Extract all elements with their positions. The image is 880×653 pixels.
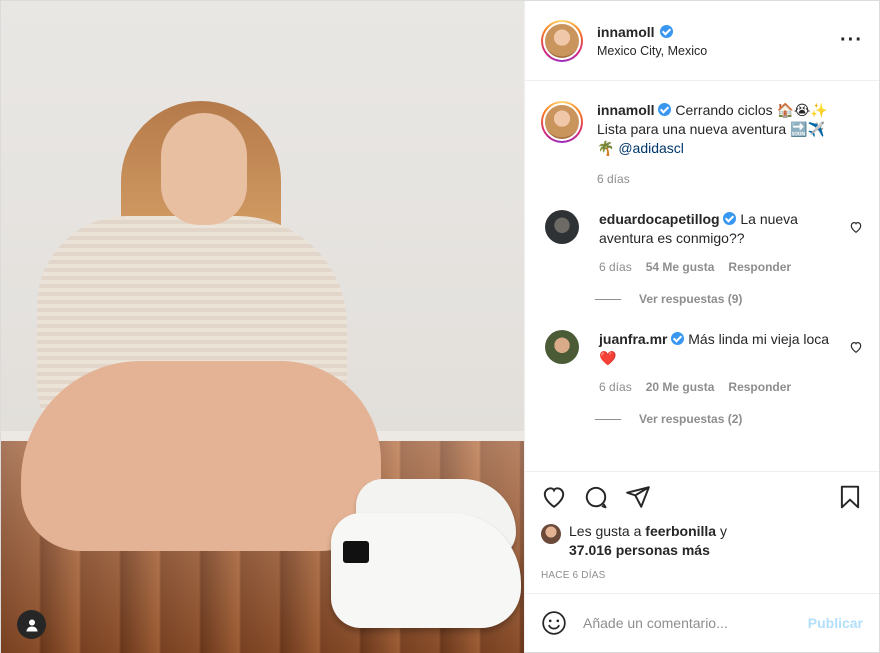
comment-body: eduardocapetillog La nueva aventura es c… xyxy=(599,210,863,274)
comment-input[interactable] xyxy=(583,615,808,631)
post-photo[interactable] xyxy=(1,1,524,653)
liker-username[interactable]: feerbonilla xyxy=(645,523,716,539)
caption-line-3-prefix: 🌴 xyxy=(597,140,615,156)
more-options-icon[interactable]: ··· xyxy=(840,29,863,52)
post-timestamp[interactable]: HACE 6 DÍAS xyxy=(525,560,879,594)
likes-prefix: Les gusta a xyxy=(569,523,642,539)
comment-like-heart-icon[interactable] xyxy=(849,340,863,354)
comment-item: eduardocapetillog La nueva aventura es c… xyxy=(541,210,863,274)
caption-avatar xyxy=(543,103,581,141)
caption-meta: 6 días xyxy=(597,172,839,186)
comment-verified-icon xyxy=(723,212,737,225)
comment-verified-icon xyxy=(671,332,685,345)
post-actions-bar xyxy=(525,472,879,522)
comment-age[interactable]: 6 días xyxy=(599,260,632,274)
comment-likes[interactable]: 20 Me gusta xyxy=(646,380,715,394)
comment-meta: 6 días 54 Me gusta Responder xyxy=(599,260,839,274)
caption-age[interactable]: 6 días xyxy=(597,172,630,186)
comment-avatar[interactable] xyxy=(545,210,579,244)
tagged-user-icon[interactable] xyxy=(17,610,46,639)
liker-avatar[interactable] xyxy=(541,524,561,544)
comment-meta: 6 días 20 Me gusta Responder xyxy=(599,380,839,394)
publish-button[interactable]: Publicar xyxy=(808,615,863,631)
view-replies-divider xyxy=(595,298,621,300)
author-name-row: innamoll xyxy=(597,24,840,40)
comment-text: juanfra.mr Más linda mi vieja loca❤️ xyxy=(599,330,839,368)
comment-text: eduardocapetillog La nueva aventura es c… xyxy=(599,210,839,248)
photo-sneaker-front xyxy=(331,513,521,628)
comment-username[interactable]: eduardocapetillog xyxy=(599,211,720,227)
photo-face xyxy=(161,113,247,225)
verified-badge-icon xyxy=(659,25,673,38)
likes-others-link[interactable]: 37.016 personas más xyxy=(569,542,710,558)
view-replies-divider xyxy=(595,418,621,420)
comment-like-heart-icon[interactable] xyxy=(849,220,863,234)
caption-line-1: Cerrando ciclos 🏠😭✨ xyxy=(675,102,828,118)
comment-age[interactable]: 6 días xyxy=(599,380,632,394)
post-side-panel: innamoll Mexico City, Mexico ··· innamol… xyxy=(524,1,879,652)
comment-reply-button[interactable]: Responder xyxy=(728,260,791,274)
post-header: innamoll Mexico City, Mexico ··· xyxy=(525,1,879,81)
caption-line-2: Lista para una nueva aventura 🔜✈️ xyxy=(597,121,825,137)
caption-text: innamoll Cerrando ciclos 🏠😭✨ Lista para … xyxy=(597,101,839,158)
caption-verified-icon xyxy=(658,103,672,116)
caption-mention-link[interactable]: @adidascl xyxy=(618,140,684,156)
view-replies-button[interactable]: Ver respuestas (9) xyxy=(595,292,863,306)
like-heart-icon[interactable] xyxy=(541,484,567,510)
emoji-smiley-icon[interactable] xyxy=(541,610,567,636)
comment-bubble-icon[interactable] xyxy=(583,484,609,510)
caption: innamoll Cerrando ciclos 🏠😭✨ Lista para … xyxy=(541,101,863,186)
comment-username[interactable]: juanfra.mr xyxy=(599,331,667,347)
comment-likes[interactable]: 54 Me gusta xyxy=(646,260,715,274)
caption-username[interactable]: innamoll xyxy=(597,102,655,118)
author-avatar xyxy=(543,21,581,60)
instagram-post: innamoll Mexico City, Mexico ··· innamol… xyxy=(0,0,880,653)
likes-summary: Les gusta a feerbonilla y 37.016 persona… xyxy=(525,522,879,560)
comment-item: juanfra.mr Más linda mi vieja loca❤️ 6 d… xyxy=(541,330,863,394)
comments-section[interactable]: innamoll Cerrando ciclos 🏠😭✨ Lista para … xyxy=(525,81,879,472)
add-comment-form: Publicar xyxy=(525,594,879,652)
comment-reply-button[interactable]: Responder xyxy=(728,380,791,394)
caption-avatar-ring[interactable] xyxy=(541,101,583,143)
photo-sneaker-heel xyxy=(343,541,369,563)
view-replies-label: Ver respuestas (2) xyxy=(639,412,743,426)
photo-legs xyxy=(21,361,381,551)
author-info: innamoll Mexico City, Mexico xyxy=(597,24,840,58)
likes-and: y xyxy=(719,523,727,539)
post-location[interactable]: Mexico City, Mexico xyxy=(597,44,840,58)
comment-body: juanfra.mr Más linda mi vieja loca❤️ 6 d… xyxy=(599,330,863,394)
comment-avatar[interactable] xyxy=(545,330,579,364)
author-avatar-story-ring[interactable] xyxy=(541,19,583,62)
author-username[interactable]: innamoll xyxy=(597,24,655,40)
view-replies-label: Ver respuestas (9) xyxy=(639,292,743,306)
save-bookmark-icon[interactable] xyxy=(837,484,863,510)
likes-text: Les gusta a feerbonilla y 37.016 persona… xyxy=(569,522,727,560)
share-paper-plane-icon[interactable] xyxy=(625,484,651,510)
caption-body: innamoll Cerrando ciclos 🏠😭✨ Lista para … xyxy=(597,101,863,186)
view-replies-button[interactable]: Ver respuestas (2) xyxy=(595,412,863,426)
